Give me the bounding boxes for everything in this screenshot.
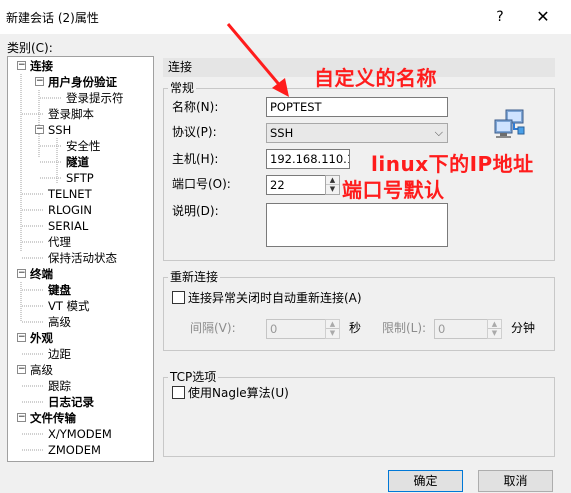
annotation-arrow — [226, 23, 289, 97]
annotation-custom-name: 自定义的名称 — [314, 66, 437, 90]
annotation-ip-note: linux下的IP地址 — [371, 152, 534, 176]
annotation-port-note: 端口号默认 — [342, 178, 445, 202]
